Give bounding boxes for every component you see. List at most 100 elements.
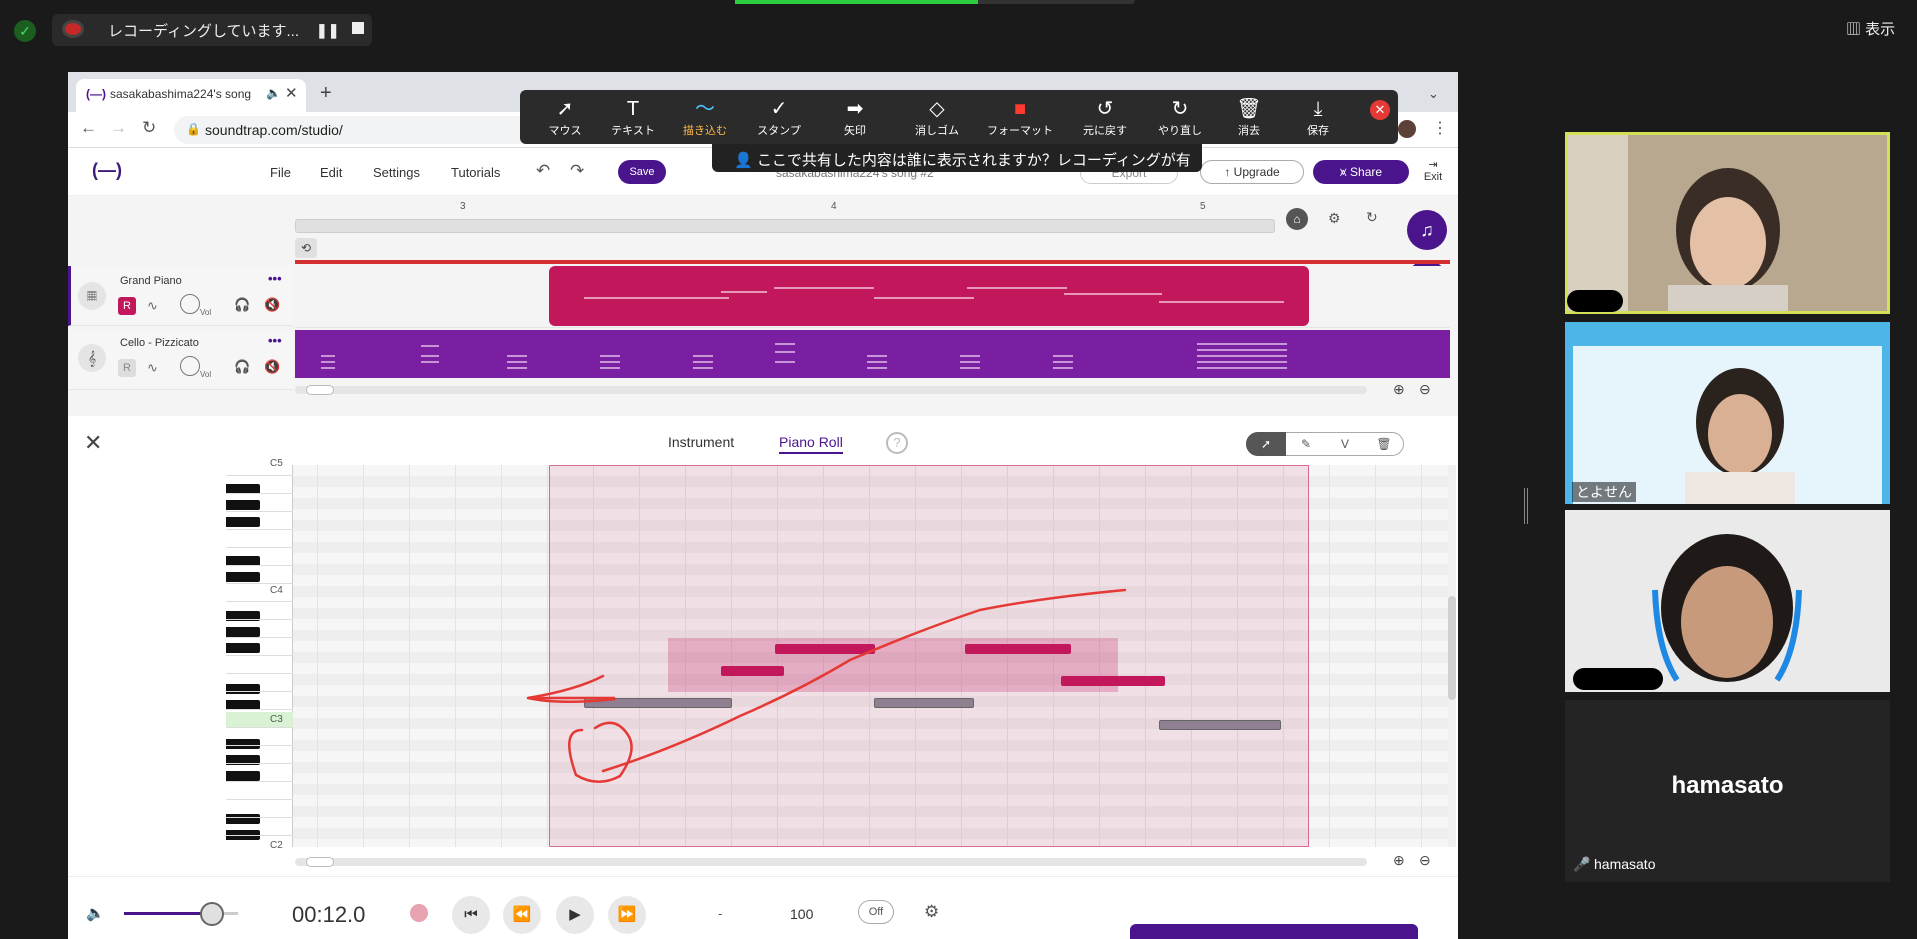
gear-icon[interactable]: ⚙ [924, 902, 939, 922]
timeline-scroll-thumb[interactable] [306, 385, 334, 395]
headphones-icon[interactable]: 🎧 [234, 359, 250, 375]
stop-recording-button[interactable] [352, 22, 364, 34]
tab-instrument[interactable]: Instrument [668, 434, 734, 450]
annotate-tool[interactable]: ⤓ 保存 [1283, 98, 1353, 138]
annotate-tool[interactable]: ➚ マウス [530, 98, 600, 138]
more-vert-icon[interactable]: ⋮ [1432, 118, 1448, 138]
annotate-tool[interactable]: ➡ 矢印 [820, 98, 890, 138]
reload-button[interactable]: ↻ [142, 118, 156, 138]
forward-button[interactable]: → [110, 118, 127, 138]
record-button[interactable] [410, 904, 428, 922]
automation-icon[interactable]: ∿ [147, 298, 158, 314]
zoom-out-icon[interactable]: ⊖ [1419, 852, 1431, 869]
play-button[interactable]: ▶ [556, 896, 594, 934]
black-key[interactable] [226, 517, 260, 527]
menu-settings[interactable]: Settings [373, 165, 420, 180]
annotate-tool[interactable]: ■ フォーマット [985, 98, 1055, 138]
loop-ruler[interactable] [295, 219, 1275, 233]
track-name[interactable]: Grand Piano [120, 275, 182, 287]
loop-toggle-icon[interactable]: ↻ [1366, 209, 1378, 226]
help-icon[interactable]: ? [886, 432, 908, 454]
menu-file[interactable]: File [270, 165, 291, 180]
undo-icon[interactable]: ↶ [536, 161, 550, 181]
shield-icon[interactable]: ✓ [14, 20, 36, 42]
annotate-tool[interactable]: ✓ スタンプ [744, 98, 814, 138]
timeline-scrollbar[interactable] [295, 386, 1367, 394]
annotate-tool[interactable]: ◇ 消しゴム [902, 98, 972, 138]
black-key[interactable] [226, 627, 260, 637]
zoom-out-icon[interactable]: ⊖ [1419, 381, 1431, 398]
automation-icon[interactable]: ∿ [147, 360, 158, 376]
tempo-display[interactable]: 100 [790, 906, 813, 922]
piano-roll-vscroll-thumb[interactable] [1448, 596, 1456, 700]
profile-avatar[interactable] [1398, 120, 1416, 138]
key-display[interactable]: - [718, 906, 722, 921]
rewind-button[interactable]: ⏪ [503, 896, 541, 934]
settings-icon[interactable]: ⚙ [1328, 210, 1341, 227]
redo-icon[interactable]: ↷ [570, 161, 584, 181]
fast-forward-button[interactable]: ⏩ [608, 896, 646, 934]
master-volume-knob[interactable] [200, 902, 224, 926]
record-arm-button[interactable]: R [118, 297, 136, 315]
black-key[interactable] [226, 771, 260, 781]
select-tool-icon[interactable]: ➚ [1246, 432, 1286, 456]
piano-roll-hscrollbar[interactable] [295, 858, 1367, 866]
mute-icon[interactable]: 🔇 [264, 359, 280, 375]
new-tab-button[interactable]: + [320, 82, 332, 105]
save-button[interactable]: Save [618, 160, 666, 184]
black-key[interactable] [226, 572, 260, 582]
chat-panel-tab[interactable] [1130, 924, 1418, 939]
zoom-in-icon[interactable]: ⊕ [1393, 381, 1405, 398]
tab-piano-roll[interactable]: Piano Roll [779, 434, 843, 454]
chevron-down-icon[interactable]: ⌄ [1428, 86, 1439, 102]
pause-recording-button[interactable]: ❚❚ [316, 22, 339, 39]
back-button[interactable]: ← [80, 118, 97, 138]
annotate-tool[interactable]: ↺ 元に戻す [1070, 98, 1140, 138]
loop-icon[interactable]: ⟲ [295, 238, 317, 258]
track-more-icon[interactable]: ••• [268, 271, 282, 286]
annotate-tool[interactable]: T テキスト [598, 98, 668, 138]
video-tile[interactable] [1565, 322, 1890, 504]
volume-knob[interactable] [180, 294, 200, 314]
volume-knob[interactable] [180, 356, 200, 376]
black-key[interactable] [226, 739, 260, 749]
metronome-toggle[interactable]: Off [858, 900, 894, 924]
piano-roll-hscroll-thumb[interactable] [306, 857, 334, 867]
black-key[interactable] [226, 500, 260, 510]
black-key[interactable] [226, 814, 260, 824]
soundtrap-logo[interactable]: (—) [92, 160, 122, 181]
volume-icon[interactable]: 🔈 [86, 904, 105, 922]
black-key[interactable] [226, 643, 260, 653]
zoom-in-icon[interactable]: ⊕ [1393, 852, 1405, 869]
annotate-tool[interactable]: 〜描き込む [670, 98, 740, 138]
close-annotation-button[interactable]: ✕ [1370, 100, 1390, 120]
music-note-button[interactable]: ♫ [1407, 210, 1447, 250]
midi-note[interactable] [1159, 720, 1281, 730]
menu-edit[interactable]: Edit [320, 165, 342, 180]
upgrade-button[interactable]: ↑ Upgrade [1200, 160, 1304, 184]
view-button[interactable]: ▥ 表示 [1846, 18, 1895, 39]
delete-tool-icon[interactable]: 🗑 [1364, 432, 1404, 456]
black-key[interactable] [226, 684, 260, 694]
video-tile[interactable] [1565, 132, 1890, 314]
exit-button[interactable]: ⇥ Exit [1418, 158, 1448, 183]
close-tab-icon[interactable]: ✕ [285, 84, 298, 102]
record-arm-button[interactable]: R [118, 359, 136, 377]
headphones-icon[interactable]: 🎧 [234, 297, 250, 313]
share-button[interactable]: ⩙ Share [1313, 160, 1409, 184]
speaker-icon[interactable]: 🔈 [266, 86, 281, 100]
track-more-icon[interactable]: ••• [268, 333, 282, 348]
video-tile[interactable] [1565, 510, 1890, 692]
menu-tutorials[interactable]: Tutorials [451, 165, 500, 180]
pencil-tool-icon[interactable]: ✎ [1286, 432, 1326, 456]
mute-icon[interactable]: 🔇 [264, 297, 280, 313]
close-icon[interactable]: ✕ [84, 430, 102, 456]
track-name[interactable]: Cello - Pizzicato [120, 337, 199, 349]
panel-divider[interactable] [1524, 488, 1528, 524]
snap-icon[interactable]: ⌂ [1286, 208, 1308, 230]
velocity-tool[interactable]: V [1325, 432, 1365, 456]
skip-to-start-button[interactable]: ⏮ [452, 896, 490, 934]
annotate-tool[interactable]: ↻ やり直し [1145, 98, 1215, 138]
url-text[interactable]: soundtrap.com/studio/ [205, 122, 343, 138]
share-banner[interactable]: 👤 ここで共有した内容は誰に表示されますか？レコーディングが有効 [712, 144, 1202, 190]
